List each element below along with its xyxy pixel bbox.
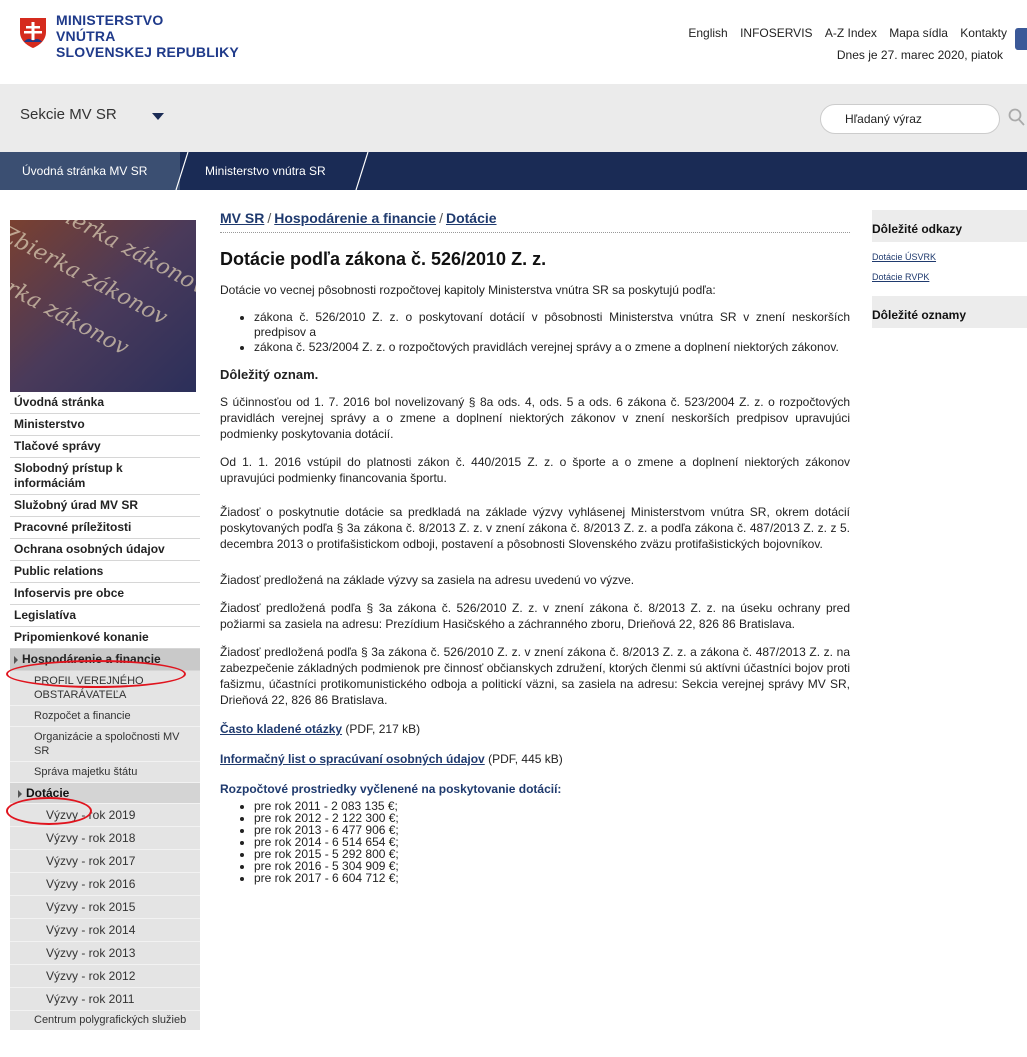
sidebar-item-home[interactable]: Úvodná stránka [10,392,200,414]
budget-item: pre rok 2017 - 6 604 712 €; [254,872,850,884]
notice-paragraph-6: Žiadosť predložená podľa § 3a zákona č. … [220,645,850,707]
sidebar-calls-2014[interactable]: Výzvy - rok 2014 [10,919,200,942]
breadcrumb-separator: / [439,210,443,226]
sidebar-sub-organizations[interactable]: Organizácie a spoločnosti MV SR [10,727,200,762]
sidebar-item-ministry[interactable]: Ministerstvo [10,414,200,436]
breadcrumb: MV SR / Hospodárenie a financie / Dotácie [220,210,850,233]
law-item: zákona č. 526/2010 Z. z. o poskytovaní d… [254,310,850,340]
law-collection-book-image: Zbierka zákonov Zbierka zákonov Zbierka … [10,220,196,392]
current-date: Dnes je 27. marec 2020, piatok [836,48,1003,62]
notice-paragraph-5: Žiadosť predložená podľa § 3a zákona č. … [220,601,850,631]
sidebar-item-service-office[interactable]: Služobný úrad MV SR [10,495,200,517]
nav-ministry[interactable]: Ministerstvo vnútra SR [180,152,326,190]
notice-paragraph-4: Žiadosť predložená na základe výzvy sa z… [220,573,635,587]
faq-line: Často kladené otázky (PDF, 217 kB) [220,722,850,736]
facebook-icon[interactable] [1015,28,1027,50]
budget-list: pre rok 2011 - 2 083 135 €; pre rok 2012… [220,800,850,884]
sidebar-calls-2013[interactable]: Výzvy - rok 2013 [10,942,200,965]
law-item: zákona č. 523/2004 Z. z. o rozpočtových … [254,340,850,355]
link-grants-usvrk[interactable]: Dotácie ÚSVRK [872,252,1027,262]
search-input[interactable] [820,104,1000,134]
breadcrumb-grants[interactable]: Dotácie [446,210,497,226]
dropdown-arrow-icon[interactable] [152,113,164,120]
sidebar-item-jobs[interactable]: Pracovné príležitosti [10,517,200,539]
logo-line-2: VNÚTRA [56,28,116,44]
sidebar-item-public-relations[interactable]: Public relations [10,561,200,583]
faq-pdf-link[interactable]: Často kladené otázky [220,722,342,736]
sidebar-calls-2018[interactable]: Výzvy - rok 2018 [10,827,200,850]
active-arrow-icon [14,655,18,664]
logo-line-1: MINISTERSTVO [56,12,164,28]
sections-dropdown-label[interactable]: Sekcie MV SR [20,106,117,123]
faq-file-meta: (PDF, 217 kB) [345,722,421,736]
law-list: zákona č. 526/2010 Z. z. o poskytovaní d… [220,310,850,355]
notice-paragraph-3: Žiadosť o poskytnutie dotácie sa predkla… [220,505,850,551]
sidebar-calls-2015[interactable]: Výzvy - rok 2015 [10,896,200,919]
breadcrumb-separator: / [267,210,272,226]
important-notices-title: Dôležité oznamy [872,296,1027,328]
breadcrumb-finance[interactable]: Hospodárenie a financie [274,210,436,226]
active-sub-arrow-icon [18,789,22,798]
intro-paragraph: Dotácie vo vecnej pôsobnosti rozpočtovej… [220,283,716,297]
main-navbar: Úvodná stránka MV SR Ministerstvo vnútra… [0,152,1027,190]
nav-home[interactable]: Úvodná stránka MV SR [0,152,180,190]
info-sheet-file-meta: (PDF, 445 kB) [488,752,563,766]
notice-title: Dôležitý oznam. [220,367,319,382]
link-grants-rvpk[interactable]: Dotácie RVPK [872,272,1027,282]
sidebar-calls-2012[interactable]: Výzvy - rok 2012 [10,965,200,988]
sidebar-sub-grants-active[interactable]: Dotácie [10,783,200,804]
top-link-infoservis[interactable]: INFOSERVIS [740,26,812,40]
right-sidebar: Dôležité odkazy Dotácie ÚSVRK Dotácie RV… [872,210,1027,328]
page-title: Dotácie podľa zákona č. 526/2010 Z. z. [220,249,547,269]
sidebar-sub-budget[interactable]: Rozpočet a financie [10,706,200,727]
sidebar-item-legislation[interactable]: Legislatíva [10,605,200,627]
notice-paragraph-2: Od 1. 1. 2016 vstúpil do platnosti zákon… [220,455,850,485]
budget-title: Rozpočtové prostriedky vyčlenené na posk… [220,782,562,796]
sidebar-item-comment-procedure[interactable]: Pripomienkové konanie [10,627,200,649]
ministry-logo[interactable]: MINISTERSTVO VNÚTRA SLOVENSKEJ REPUBLIKY [18,12,258,72]
sidebar-sub-printing-centre[interactable]: Centrum polygrafických služieb [10,1011,200,1030]
notice-paragraph-1: S účinnosťou od 1. 7. 2016 bol novelizov… [220,395,850,441]
slovak-coat-of-arms-icon [20,18,46,48]
main-content: MV SR / Hospodárenie a financie / Dotácie Do… [220,210,850,896]
sidebar-sub-property[interactable]: Správa majetku štátu [10,762,200,783]
sidebar-calls-2019[interactable]: Výzvy - rok 2019 [10,804,200,827]
info-sheet-line: Informačný list o spracúvaní osobných úd… [220,752,850,766]
sidebar-item-finance-active[interactable]: Hospodárenie a financie [10,649,200,671]
sidebar-calls-2017[interactable]: Výzvy - rok 2017 [10,850,200,873]
sidebar-active-label: Hospodárenie a financie [22,652,161,666]
sidebar-item-free-access[interactable]: Slobodný prístup k informáciám [10,458,200,495]
sidebar-active-sub-label: Dotácie [26,786,70,800]
book-cover-graphic: Zbierka zákonov Zbierka zákonov Zbierka … [10,220,196,392]
top-link-english[interactable]: English [688,26,727,40]
breadcrumb-mvsr[interactable]: MV SR [220,210,264,226]
info-sheet-pdf-link[interactable]: Informačný list o spracúvaní osobných úd… [220,752,485,766]
left-sidebar-nav: Úvodná stránka Ministerstvo Tlačové sprá… [10,392,200,1030]
logo-line-3: SLOVENSKEJ REPUBLIKY [56,44,239,60]
search-icon[interactable] [1008,108,1026,128]
nav-separator-2 [355,152,369,190]
sidebar-calls-2011[interactable]: Výzvy - rok 2011 [10,988,200,1011]
sidebar-item-infoservis[interactable]: Infoservis pre obce [10,583,200,605]
sidebar-item-data-protection[interactable]: Ochrana osobných údajov [10,539,200,561]
top-links: English INFOSERVIS A-Z Index Mapa sídla … [679,26,1007,40]
sidebar-sub-procurement[interactable]: PROFIL VEREJNÉHO OBSTARÁVATEĽA [10,671,200,706]
important-links-title: Dôležité odkazy [872,210,1027,242]
top-link-az-index[interactable]: A-Z Index [825,26,877,40]
top-link-site-map[interactable]: Mapa sídla [889,26,948,40]
sidebar-item-press[interactable]: Tlačové správy [10,436,200,458]
sidebar-calls-2016[interactable]: Výzvy - rok 2016 [10,873,200,896]
top-link-contacts[interactable]: Kontakty [960,26,1007,40]
